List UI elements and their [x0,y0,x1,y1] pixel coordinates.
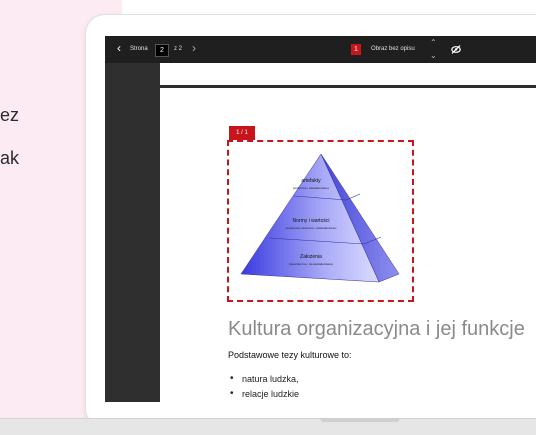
pyramid-middle-title: Normy i wartości [293,218,330,224]
laptop-notch [320,418,400,422]
bullet-list: natura ludzka, relacje ludzkie [228,373,299,402]
list-item: relacje ludzkie [228,388,299,402]
background-text-line-1: ez [0,105,20,125]
previous-issue-icon[interactable]: ⌃ [430,38,437,47]
pyramid-bottom-subtitle: (niewidoczne i nieuświadamiane) [289,262,333,266]
viewer-screen: ‹ Strona 2 z 2 › 1 Obraz bez opisu ⌃ ⌄ 1… [105,36,536,402]
page-count: z 2 [174,46,183,52]
pyramid-top-subtitle: (widoczne i uświadamiane) [293,186,329,190]
back-icon[interactable]: ‹ [117,42,121,54]
alt-issue-count-badge[interactable]: 1 [351,44,361,55]
eye-off-icon[interactable] [451,45,461,54]
image-index-badge[interactable]: 1 / 1 [229,126,255,140]
intro-text: Podstawowe tezy kulturowe to: [228,350,352,360]
alt-issue-label[interactable]: Obraz bez opisu [371,46,415,52]
laptop-base [0,418,536,435]
document-page: 1 / 1 artefakty (widoczne i uświadamiane… [160,63,536,402]
page-label: Strona [130,46,148,52]
list-item: natura ludzka, [228,373,299,389]
page-number-input[interactable]: 2 [155,44,169,57]
next-issue-icon[interactable]: ⌄ [430,51,437,60]
pyramid-bottom-title: Założenia [300,254,322,260]
background-text-line-2: ak [0,148,20,168]
viewer-toolbar: ‹ Strona 2 z 2 › 1 Obraz bez opisu ⌃ ⌄ [105,36,536,63]
pyramid-middle-subtitle: (częściowo widoczne i uświadamiane) [286,226,337,230]
image-highlight-frame[interactable]: artefakty (widoczne i uświadamiane) Norm… [227,140,414,302]
pyramid-diagram: artefakty (widoczne i uświadamiane) Norm… [240,153,400,283]
section-heading: Kultura organizacyjna i jej funkcje [228,318,525,340]
pyramid-top-title: artefakty [301,178,321,184]
page-top-rule [160,85,536,88]
next-page-icon[interactable]: › [192,42,196,54]
